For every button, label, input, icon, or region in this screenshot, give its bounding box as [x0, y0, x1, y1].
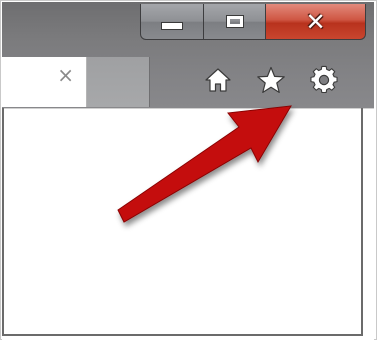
close-window-button[interactable]: ✕ [266, 4, 366, 40]
caption-buttons: ✕ [140, 4, 366, 40]
page-content-area [2, 155, 374, 340]
settings-gear-icon [310, 65, 338, 94]
maximize-button[interactable] [204, 4, 266, 40]
favorites-button[interactable] [254, 63, 288, 97]
browser-window: ✕ × [0, 0, 377, 340]
home-icon [205, 68, 231, 92]
browser-tab[interactable]: × [2, 57, 87, 107]
settings-button[interactable] [307, 63, 341, 97]
favorites-star-icon [257, 66, 285, 93]
new-tab-button[interactable] [87, 57, 150, 107]
right-border [361, 108, 363, 336]
address-bar-area [2, 108, 374, 156]
bottom-border [2, 334, 363, 336]
close-icon: ✕ [305, 7, 326, 36]
minimize-button[interactable] [140, 4, 204, 40]
home-button[interactable] [201, 63, 235, 97]
left-border [2, 108, 4, 336]
minimize-icon [161, 21, 183, 30]
tab-close-icon[interactable]: × [57, 65, 74, 85]
maximize-icon [226, 16, 243, 27]
